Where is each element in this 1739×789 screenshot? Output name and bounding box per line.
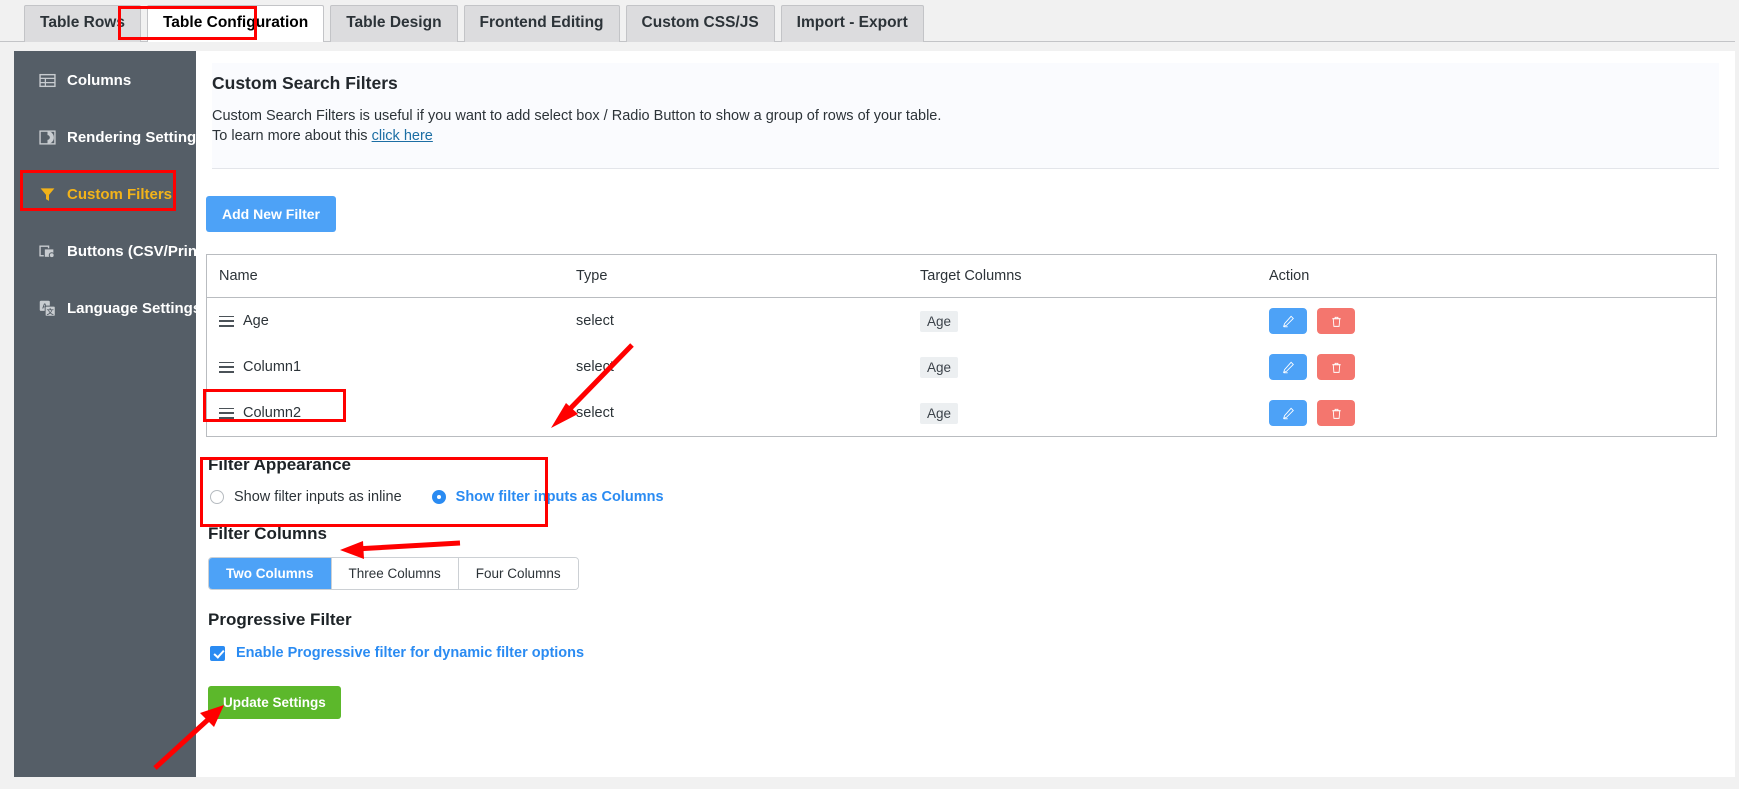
- sidebar-item-buttons-csv-print[interactable]: Buttons (CSV/Print): [14, 238, 207, 264]
- edit-filter-button[interactable]: [1269, 308, 1307, 335]
- progressive-filter-option: Enable Progressive filter for dynamic fi…: [208, 645, 1735, 661]
- page-title: Custom Search Filters: [212, 73, 398, 93]
- radio-show-as-columns[interactable]: [431, 490, 446, 505]
- drag-handle-icon[interactable]: [219, 407, 234, 419]
- settings-sidebar: Columns Rendering Settings Custom Filter…: [14, 51, 207, 777]
- cell-action: [1257, 344, 1716, 391]
- target-column-chip: Age: [920, 402, 959, 424]
- add-new-filter-button[interactable]: Add New Filter: [206, 196, 337, 233]
- cell-name: Column1: [207, 344, 564, 391]
- info-description-prefix: To learn more about this: [212, 127, 372, 144]
- target-column-chip: Age: [920, 310, 959, 332]
- tab-list: Table Rows Table Configuration Table Des…: [24, 5, 924, 42]
- table-row: Column1 select Age: [207, 344, 1716, 391]
- filter-columns-title: Filter Columns: [208, 524, 328, 544]
- settings-shell: Columns Rendering Settings Custom Filter…: [14, 51, 1735, 777]
- settings-content: Custom Search Filters Custom Search Filt…: [196, 51, 1735, 777]
- tab-custom-css-js[interactable]: Custom CSS/JS: [625, 5, 775, 42]
- cell-action: [1257, 297, 1716, 345]
- translate-icon: A 文: [39, 300, 56, 317]
- column-header-target-columns: Target Columns: [908, 255, 1257, 299]
- tab-table-configuration[interactable]: Table Configuration: [146, 5, 325, 42]
- column-header-name: Name: [207, 255, 564, 299]
- filter-appearance-options: Show filter inputs as inline Show filter…: [208, 489, 1735, 505]
- table-grid-icon: [39, 72, 56, 89]
- copy-buttons-icon: [39, 243, 56, 260]
- table-row: Age select Age: [207, 297, 1716, 345]
- click-here-link[interactable]: click here: [372, 128, 433, 144]
- filter-name: Age: [243, 313, 269, 330]
- sidebar-item-label: Custom Filters: [67, 185, 173, 203]
- sidebar-item-rendering-settings[interactable]: Rendering Settings: [14, 124, 205, 150]
- filter-appearance-title: Filter Appearance: [208, 455, 351, 475]
- two-columns-button[interactable]: Two Columns: [209, 558, 332, 590]
- progressive-filter-label[interactable]: Enable Progressive filter for dynamic fi…: [236, 645, 584, 661]
- info-description-line2: To learn more about this click here: [212, 127, 1719, 147]
- info-description-line1: Custom Search Filters is useful if you w…: [212, 108, 942, 124]
- page-scrollbar[interactable]: [1735, 0, 1739, 789]
- radio-label-show-inline[interactable]: Show filter inputs as inline: [234, 489, 402, 505]
- edit-filter-button[interactable]: [1269, 354, 1307, 381]
- progressive-filter-title: Progressive Filter: [208, 610, 352, 630]
- tab-frontend-editing[interactable]: Frontend Editing: [463, 5, 620, 42]
- filters-table: Name Type Target Columns Action Age sele…: [207, 255, 1716, 437]
- sidebar-item-label: Rendering Settings: [67, 128, 205, 146]
- drag-handle-icon[interactable]: [219, 315, 234, 327]
- column-header-type: Type: [564, 255, 908, 299]
- radio-label-show-as-columns[interactable]: Show filter inputs as Columns: [456, 489, 664, 505]
- tab-table-design[interactable]: Table Design: [330, 5, 458, 42]
- table-header-row: Name Type Target Columns Action: [207, 255, 1716, 299]
- funnel-icon: [39, 186, 56, 203]
- cell-action: [1257, 390, 1716, 437]
- drag-handle-icon[interactable]: [219, 361, 234, 373]
- table-row: Column2 select Age: [207, 390, 1716, 437]
- app-root: Table Rows Table Configuration Table Des…: [0, 0, 1739, 789]
- sidebar-item-custom-filters[interactable]: Custom Filters: [14, 181, 196, 207]
- filter-name: Column2: [243, 405, 302, 422]
- sidebar-item-label: Language Settings: [67, 299, 202, 317]
- sidebar-item-language-settings[interactable]: A 文 Language Settings: [14, 295, 201, 321]
- filter-columns-button-group: Two Columns Three Columns Four Columns: [208, 557, 579, 591]
- cell-type: select: [564, 344, 908, 391]
- column-header-action: Action: [1257, 255, 1716, 299]
- svg-text:文: 文: [46, 307, 54, 316]
- rendering-icon: [39, 129, 56, 146]
- delete-filter-button[interactable]: [1317, 354, 1355, 381]
- info-panel: Custom Search Filters Custom Search Filt…: [212, 63, 1719, 170]
- cell-name: Age: [207, 297, 564, 345]
- cell-target: Age: [908, 297, 1257, 345]
- three-columns-button[interactable]: Three Columns: [331, 558, 459, 590]
- cell-target: Age: [908, 344, 1257, 391]
- sidebar-item-label: Columns: [67, 71, 132, 89]
- sidebar-item-label: Buttons (CSV/Print): [67, 242, 207, 260]
- delete-filter-button[interactable]: [1317, 308, 1355, 335]
- cell-target: Age: [908, 390, 1257, 437]
- filter-name: Column1: [243, 359, 302, 376]
- tab-import-export[interactable]: Import - Export: [780, 5, 924, 42]
- filters-table-wrapper: Name Type Target Columns Action Age sele…: [206, 254, 1717, 438]
- top-tabbar: Table Rows Table Configuration Table Des…: [0, 0, 1739, 42]
- delete-filter-button[interactable]: [1317, 400, 1355, 427]
- target-column-chip: Age: [920, 356, 959, 378]
- cell-name: Column2: [207, 390, 564, 437]
- sidebar-item-columns[interactable]: Columns: [14, 67, 196, 93]
- update-settings-button[interactable]: Update Settings: [208, 686, 341, 720]
- edit-filter-button[interactable]: [1269, 400, 1307, 427]
- cell-type: select: [564, 297, 908, 345]
- four-columns-button[interactable]: Four Columns: [458, 558, 578, 590]
- cell-type: select: [564, 390, 908, 437]
- progressive-filter-checkbox[interactable]: [210, 645, 225, 661]
- radio-show-inline[interactable]: [210, 490, 224, 505]
- tab-table-rows[interactable]: Table Rows: [24, 5, 141, 42]
